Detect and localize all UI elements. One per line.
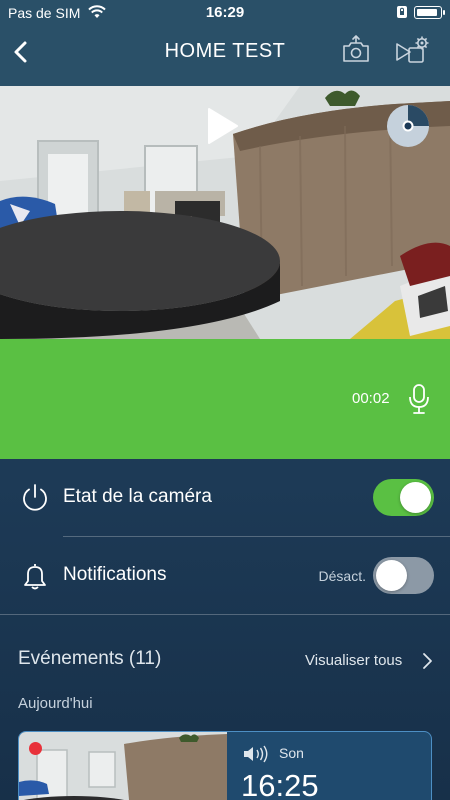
battery-icon (414, 6, 445, 19)
events-header: Evénements (11) Visualiser tous (0, 640, 450, 680)
microphone-icon[interactable] (407, 383, 431, 415)
bell-icon (24, 564, 46, 590)
video-gear-icon[interactable] (394, 34, 432, 66)
event-card[interactable]: Son 16:25 (18, 731, 432, 800)
chevron-right-icon[interactable] (421, 652, 433, 670)
play-icon[interactable] (206, 106, 240, 146)
divider (0, 614, 450, 615)
notifications-row: Notifications Désact. (0, 537, 450, 615)
page-title: HOME TEST (164, 40, 286, 62)
view-all-link[interactable]: Visualiser tous (305, 652, 402, 669)
event-type: Son (279, 745, 304, 761)
camera-feed[interactable] (0, 86, 450, 339)
view-dial-icon[interactable] (386, 104, 430, 148)
portrait-lock-icon (397, 6, 407, 18)
clock: 16:29 (205, 4, 245, 21)
speaker-icon (244, 745, 268, 763)
talk-timer: 00:02 (352, 390, 390, 407)
camera-state-toggle[interactable] (373, 479, 434, 516)
toggle-knob (400, 482, 431, 513)
talk-bar[interactable]: 00:02 (0, 339, 450, 459)
camera-state-row: Etat de la caméra (0, 459, 450, 537)
day-label: Aujourd'hui (18, 695, 93, 712)
app-screen: Pas de SIM 16:29 HOME TEST 00:02 Etat de… (0, 0, 450, 800)
notifications-toggle[interactable] (373, 557, 434, 594)
recording-indicator (29, 742, 42, 755)
camera-state-label: Etat de la caméra (63, 486, 212, 507)
event-thumbnail (19, 732, 227, 800)
battery-level (417, 9, 437, 16)
status-bar: Pas de SIM 16:29 (0, 0, 450, 26)
events-heading: Evénements (11) (18, 648, 162, 669)
power-icon (23, 484, 47, 511)
notifications-label: Notifications (63, 564, 167, 585)
event-time: 16:25 (241, 768, 319, 800)
toggle-knob (376, 560, 407, 591)
notifications-status: Désact. (318, 568, 366, 584)
nav-bar: HOME TEST (0, 26, 450, 86)
camera-upload-icon[interactable] (340, 34, 372, 66)
